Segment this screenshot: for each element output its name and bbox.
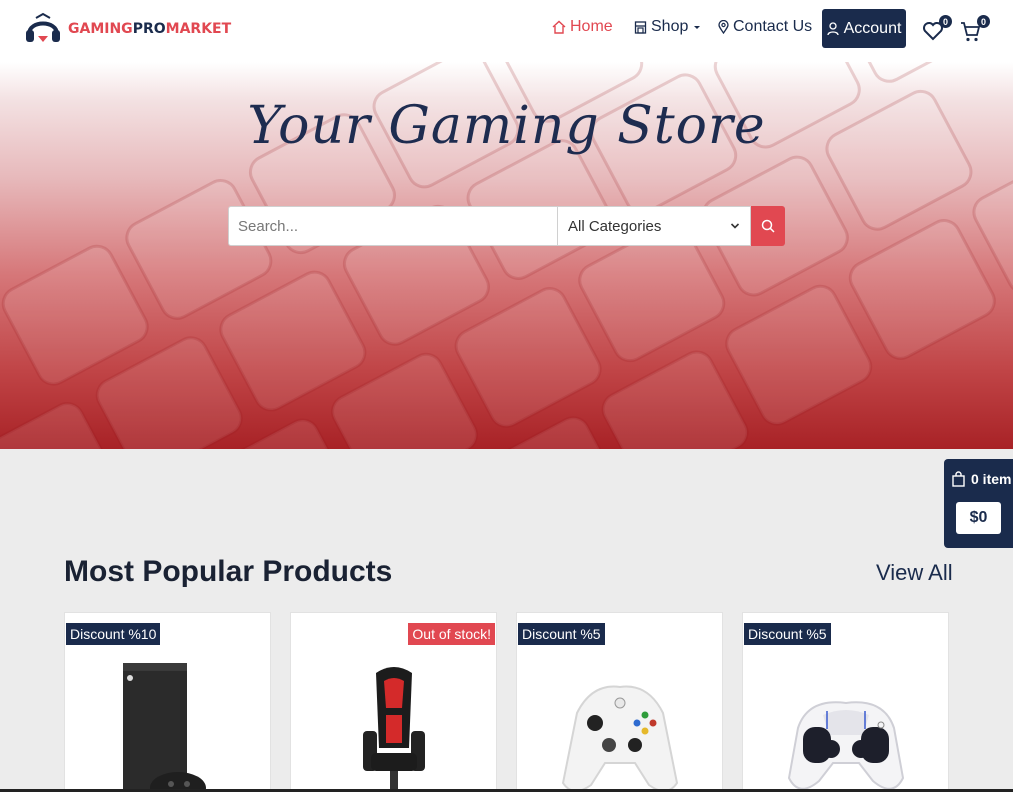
cart-button[interactable]: 0 (958, 15, 990, 43)
nav-shop-label: Shop (651, 18, 689, 35)
nav-contact-label: Contact Us (733, 18, 813, 35)
floating-cart-total: $0 (956, 502, 1001, 534)
nav-shop[interactable]: Shop (634, 18, 702, 36)
product-card[interactable]: Discount %5 (742, 612, 949, 792)
account-button[interactable]: Account (822, 9, 906, 48)
product-card[interactable]: Discount %10 (64, 612, 271, 792)
shopping-bag-icon (952, 471, 965, 487)
wishlist-count-badge: 0 (939, 15, 952, 28)
search-bar: All Categories (228, 206, 785, 246)
caret-down-icon (694, 26, 701, 29)
store-icon (634, 21, 647, 34)
xbox-controller-icon (561, 685, 679, 792)
home-icon (552, 20, 566, 34)
ps5-controller-icon (787, 701, 905, 790)
headset-logo-icon (26, 12, 60, 42)
discount-tag: Discount %10 (66, 623, 161, 645)
hero-title: Your Gaming Store (247, 96, 766, 156)
site-header: GAMINGPROMARKET Home Shop Contact Us Acc… (0, 0, 1013, 62)
cart-count-badge: 0 (977, 15, 990, 28)
wishlist-button[interactable]: 0 (920, 15, 952, 43)
user-icon (826, 21, 839, 35)
gaming-chair-icon (363, 667, 425, 791)
search-button[interactable] (751, 206, 785, 246)
floating-cart-items: 0 item (971, 471, 1012, 487)
chevron-down-icon (730, 223, 740, 229)
account-label: Account (843, 19, 902, 37)
product-card[interactable]: Out of stock! (290, 612, 497, 792)
hero-banner: Your Gaming Store All Categories (0, 62, 1013, 449)
out-of-stock-tag: Out of stock! (408, 623, 495, 645)
search-icon (761, 219, 775, 233)
category-select[interactable]: All Categories (557, 206, 751, 246)
discount-tag: Discount %5 (518, 623, 605, 645)
brand-logo[interactable]: GAMINGPROMARKET (24, 12, 231, 46)
floating-cart[interactable]: 0 item $0 (944, 459, 1013, 548)
nav-home-label: Home (570, 18, 613, 35)
section-title: Most Popular Products (64, 555, 393, 588)
xbox-console-icon (123, 663, 206, 792)
discount-tag: Discount %5 (744, 623, 831, 645)
nav-home[interactable]: Home (552, 18, 613, 36)
floating-cart-summary: 0 item (952, 471, 1011, 487)
product-card[interactable]: Discount %5 (516, 612, 723, 792)
brand-name: GAMINGPROMARKET (68, 21, 232, 37)
location-pin-icon (718, 20, 729, 34)
nav-contact[interactable]: Contact Us (718, 18, 812, 36)
view-all-link[interactable]: View All (876, 560, 953, 586)
search-input[interactable] (228, 206, 557, 246)
category-selected-value: All Categories (568, 217, 662, 235)
